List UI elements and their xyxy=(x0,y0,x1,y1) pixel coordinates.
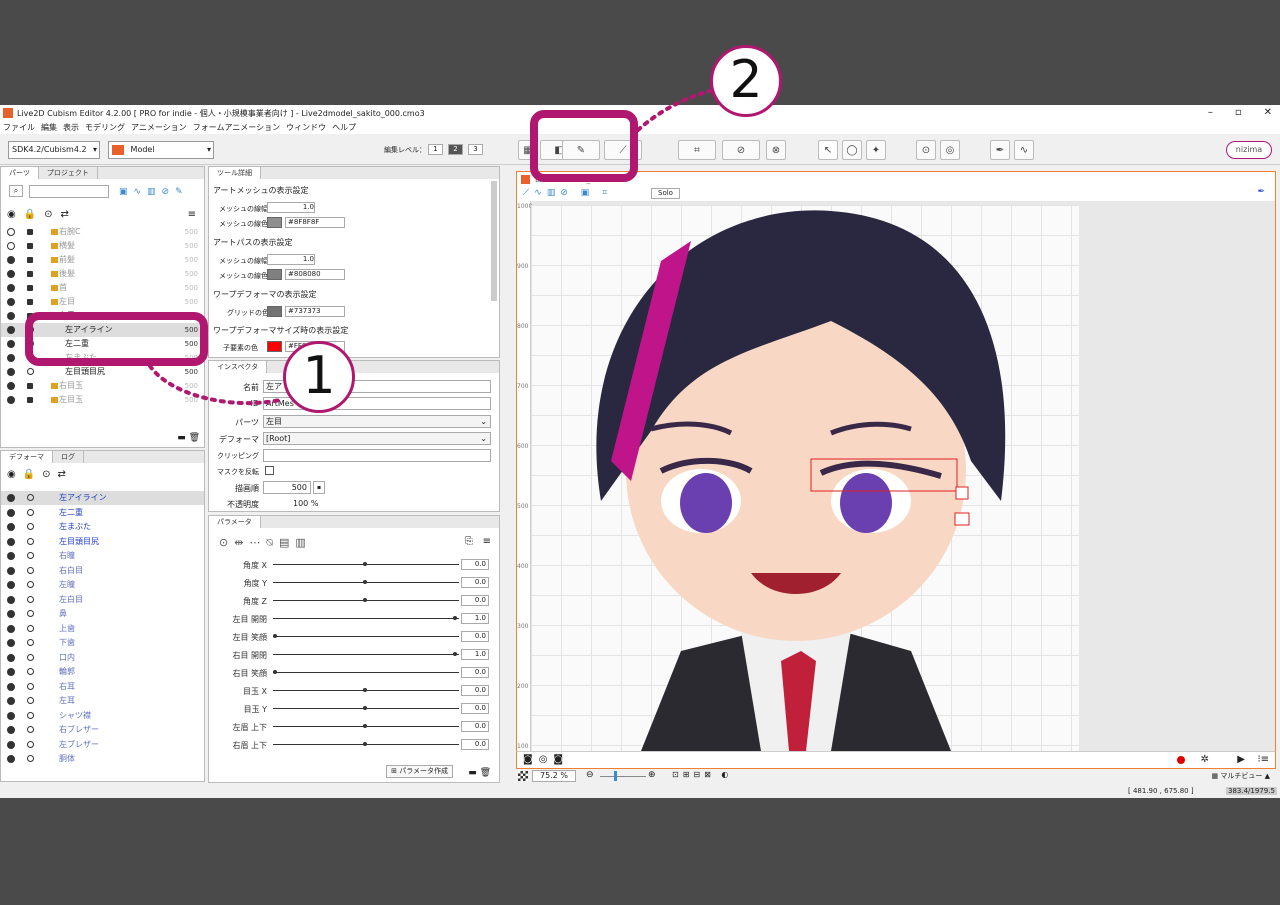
annotation-connectors xyxy=(148,88,717,406)
annotation-connector-2 xyxy=(636,88,717,132)
annotation-connector-1 xyxy=(148,364,282,406)
annotation-marker-1: 1 xyxy=(283,341,355,413)
annotation-marker-2: 2 xyxy=(710,45,782,117)
